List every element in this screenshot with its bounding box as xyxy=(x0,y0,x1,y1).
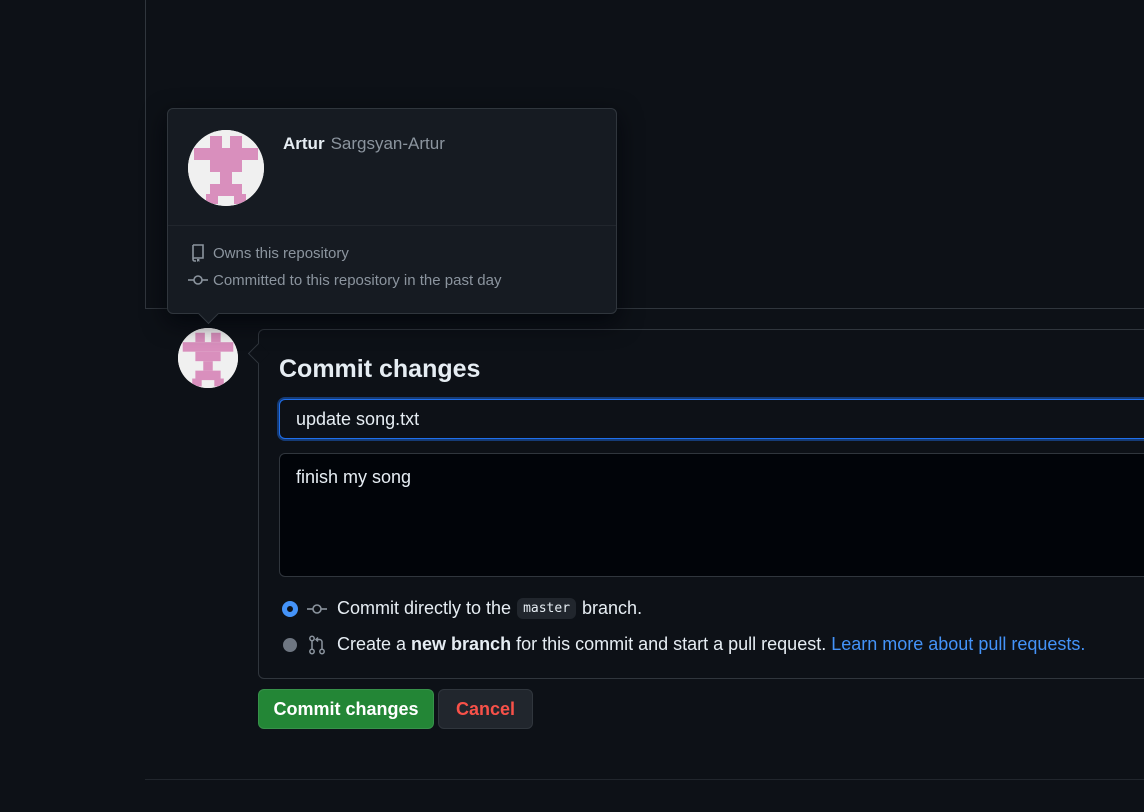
commit-direct-radio[interactable] xyxy=(283,601,297,616)
hovercard-login[interactable]: Sargsyan-Artur xyxy=(331,134,445,153)
user-hovercard: Artur Sargsyan-Artur Owns this repository… xyxy=(167,108,617,314)
new-branch-option[interactable]: Create a new branch for this commit and … xyxy=(283,634,1085,655)
cancel-button[interactable]: Cancel xyxy=(438,689,533,729)
hovercard-avatar[interactable] xyxy=(188,130,264,206)
new-branch-bold: new branch xyxy=(411,634,512,654)
branch-name-code: master xyxy=(517,598,577,619)
new-branch-prefix: Create a xyxy=(337,634,407,654)
owns-repository-row: Owns this repository xyxy=(188,244,349,262)
page: Artur Sargsyan-Artur Owns this repository… xyxy=(0,0,1144,812)
hovercard-name[interactable]: Artur xyxy=(283,134,325,153)
git-commit-icon xyxy=(307,600,327,618)
hovercard-names: Artur Sargsyan-Artur xyxy=(283,134,445,154)
bottom-divider xyxy=(145,779,1144,780)
learn-more-pull-requests-link[interactable]: Learn more about pull requests. xyxy=(831,634,1085,655)
new-branch-suffix: for this commit and start a pull request… xyxy=(516,634,827,654)
owns-repository-text: Owns this repository xyxy=(213,244,349,262)
git-pull-request-icon xyxy=(307,635,327,654)
commit-direct-suffix: branch. xyxy=(582,598,643,618)
committed-text: Committed to this repository in the past… xyxy=(213,271,502,289)
repo-icon xyxy=(188,244,208,262)
commit-form: Commit changes finish my song Commit dir… xyxy=(258,329,1144,679)
commit-direct-option[interactable]: Commit directly to the master branch. xyxy=(283,598,642,619)
commit-description-textarea[interactable]: finish my song xyxy=(279,453,1144,577)
new-branch-radio[interactable] xyxy=(283,637,297,652)
git-commit-icon xyxy=(188,271,208,289)
hovercard-header: Artur Sargsyan-Artur xyxy=(168,109,616,226)
commit-form-title: Commit changes xyxy=(279,355,481,383)
committed-row: Committed to this repository in the past… xyxy=(188,271,501,289)
commit-direct-prefix: Commit directly to the xyxy=(337,598,512,618)
committer-avatar[interactable] xyxy=(178,328,238,388)
commit-changes-button[interactable]: Commit changes xyxy=(258,689,434,729)
commit-summary-input[interactable] xyxy=(279,399,1144,439)
identicon-avatar-icon xyxy=(178,328,238,388)
identicon-avatar-icon xyxy=(188,130,264,206)
